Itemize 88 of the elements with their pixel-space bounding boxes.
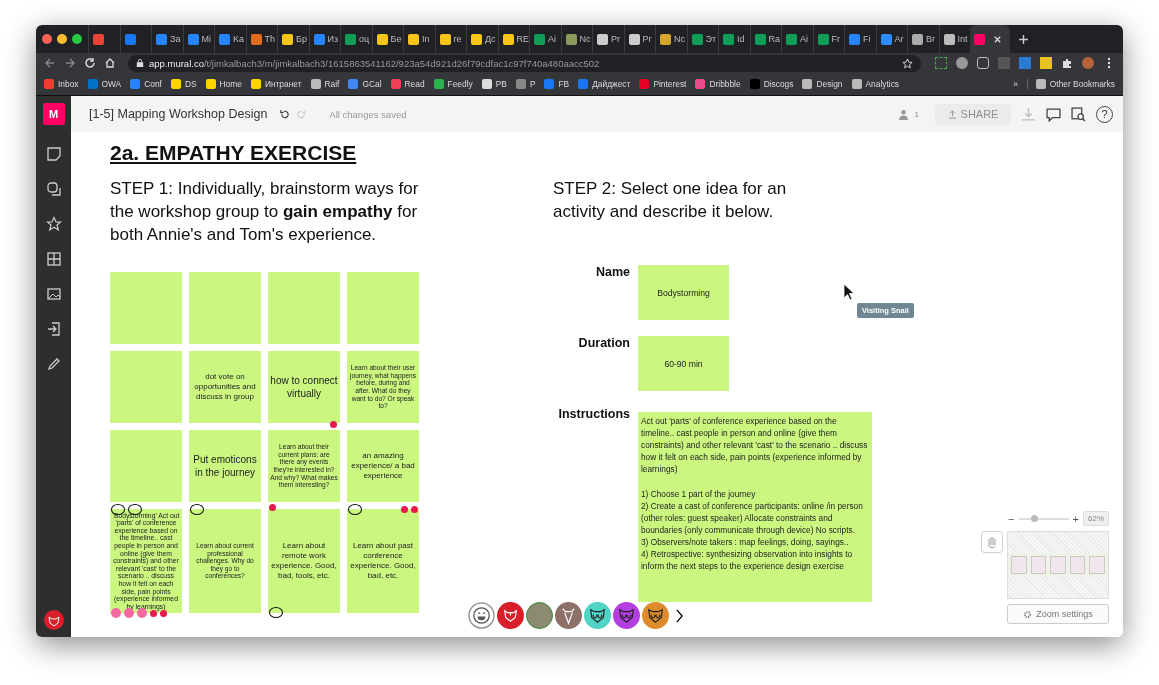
new-tab-icon[interactable] <box>1018 33 1029 45</box>
bookmark-link[interactable]: Analytics <box>851 79 900 89</box>
bookmark-link[interactable]: PB <box>481 79 507 89</box>
browser-tab[interactable] <box>970 25 1010 53</box>
image-icon[interactable] <box>45 286 62 302</box>
zoom-in-button[interactable]: + <box>1072 512 1079 525</box>
vote-dot <box>330 421 337 428</box>
zoom-light-icon[interactable] <box>72 34 82 44</box>
bookmark-link[interactable]: Home <box>205 79 242 89</box>
extension-icon[interactable] <box>935 57 947 69</box>
minimize-light-icon[interactable] <box>57 34 67 44</box>
pencil-icon[interactable] <box>45 356 62 372</box>
address-field[interactable]: app.mural.co/t/jimkalbach3/m/jimkalbach3/1615863541162/923a54d921d26f79cdfac1c97f740a480aacc502 <box>128 54 921 72</box>
home-icon[interactable] <box>104 57 116 69</box>
shapes-icon[interactable] <box>45 181 62 197</box>
step-instruction: STEP 2: Select one idea for an activity and describe it below. <box>553 178 788 223</box>
back-arrow-icon[interactable] <box>44 57 56 69</box>
bookmark-link[interactable]: Dribbble <box>695 79 741 89</box>
reaction-button[interactable] <box>468 602 495 629</box>
close-icon[interactable] <box>993 34 1002 44</box>
vote-dot <box>124 608 134 618</box>
reload-icon[interactable] <box>84 57 96 69</box>
user-avatar[interactable] <box>43 610 64 630</box>
extension-icon[interactable] <box>956 57 968 69</box>
cursor-icon <box>843 283 855 301</box>
bookmark-link[interactable]: Design <box>802 79 843 89</box>
sticky-note[interactable]: how to connect virtually <box>268 351 340 423</box>
other-bookmarks-link[interactable]: Other Bookmarks <box>1026 79 1115 89</box>
bookmark-link[interactable]: Discogs <box>749 79 794 89</box>
bookmark-link[interactable]: Inbox <box>44 79 79 89</box>
section-title: 2a. EMPATHY EXERCISE <box>110 141 357 165</box>
puzzle-icon[interactable] <box>1061 57 1073 69</box>
bookmark-link[interactable]: Read <box>390 79 425 89</box>
lock-icon <box>136 58 144 68</box>
comment-icon[interactable] <box>1046 106 1061 122</box>
sticky-note[interactable]: an amazing experience/ a bad experience <box>347 430 419 502</box>
step-instruction: STEP 1: Individually, brainstorm ways for the workshop group to gain empathy for both Annie's and Tom's experience. <box>110 178 420 246</box>
chevron-right-icon[interactable] <box>675 608 684 623</box>
folder-icon <box>1035 79 1046 89</box>
more-bookmarks-button[interactable]: » <box>1013 79 1018 89</box>
sticky-note[interactable]: Learn about remote work experience. Good, bad, tools, etc. <box>268 509 340 613</box>
bookmark-star-icon[interactable] <box>902 57 913 69</box>
grid-icon[interactable] <box>45 251 62 267</box>
zoom-slider[interactable] <box>1018 517 1069 520</box>
bookmark-link[interactable]: OWA <box>87 79 122 89</box>
sticky-note[interactable]: Act out 'parts' of conference experience based on the timeline.. cast people in person and online (give them constraints) and other relevant 'cast' to the scenario .. discuss how it felt on each side, pain points (experience informed by learnings) 1) Choose 1 part of the journey 2) Create a cast of conference participants: online /in person (other roles: guest speaker) Allocate constraints and boundaries (only communicate through device) No scripts. 3) Observers/note takers : map feelings, doing, sayings.. 4) Retrospective: synthesizing observation into insights to inform the next steps to the experience design exercise <box>638 412 872 602</box>
vote-dot <box>150 609 157 617</box>
photo-placeholder[interactable] <box>526 602 553 629</box>
bookmark-link[interactable]: Pinterest <box>639 79 687 89</box>
forward-arrow-icon[interactable] <box>64 57 76 69</box>
mural-logo[interactable]: M <box>42 103 65 125</box>
bookmark-link[interactable]: P <box>515 79 536 89</box>
bookmark-link[interactable]: FB <box>544 79 570 89</box>
vote-dot <box>160 609 167 617</box>
sticky-note[interactable]: 60-90 min <box>638 336 729 391</box>
save-status: All changes saved <box>329 108 407 120</box>
bookmark-link[interactable]: Дайджест <box>578 79 631 89</box>
close-light-icon[interactable] <box>42 34 52 44</box>
bookmark-link[interactable]: Raif <box>310 79 340 89</box>
sticky-note-icon[interactable] <box>45 146 62 162</box>
profile-avatar[interactable] <box>1082 57 1094 69</box>
vote-dot <box>269 504 276 511</box>
zoom-settings-button[interactable]: Zoom settings <box>1007 604 1109 624</box>
bookmark-link[interactable]: DS <box>170 79 197 89</box>
field-label: Duration <box>577 336 630 350</box>
bookmark-link[interactable]: Интранет <box>250 79 302 89</box>
field-label: Name <box>594 265 630 279</box>
upload-icon <box>947 109 957 119</box>
bookmark-link[interactable]: Feedly <box>433 79 473 89</box>
mural-title[interactable]: [1-5] Mapping Workshop Design <box>89 107 268 121</box>
field-label: Instructions <box>557 407 630 421</box>
undo-icon[interactable] <box>279 108 291 120</box>
sticky-note[interactable]: Bodystorming <box>638 265 729 320</box>
person-icon <box>897 108 909 120</box>
sticky-note[interactable]: Put emoticons in the journey <box>189 430 261 502</box>
bookmark-link[interactable]: GCal <box>348 79 382 89</box>
bookmark-link[interactable]: Conf <box>130 79 162 89</box>
sticky-note[interactable]: dot vote on opportunities and discuss in group <box>189 351 261 423</box>
star-icon[interactable] <box>45 216 62 232</box>
vote-dot <box>111 608 121 618</box>
viewer-count: 1 <box>914 109 919 119</box>
vote-dot <box>401 506 408 513</box>
import-icon[interactable] <box>45 321 62 337</box>
pocket-icon[interactable] <box>977 57 989 69</box>
search-icon[interactable] <box>1071 106 1086 122</box>
sticky-note[interactable]: Learn about past conference experience. Good, bad, etc. <box>347 509 419 613</box>
zoom-out-button[interactable]: − <box>1008 512 1015 525</box>
vote-dot <box>411 506 418 513</box>
